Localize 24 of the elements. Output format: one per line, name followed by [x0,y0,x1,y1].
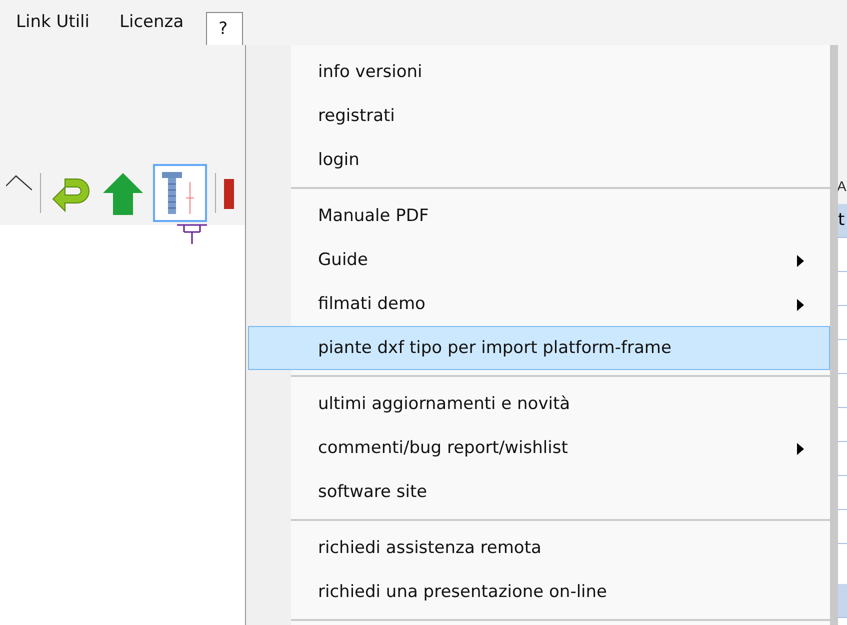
table-row: t [837,204,847,238]
menu-item[interactable]: filmati demo [248,282,830,326]
up-arrow-icon[interactable] [101,171,145,215]
submenu-arrow-icon [797,299,804,311]
menu-item[interactable]: Manuale PDF [248,194,830,238]
menu-item[interactable]: richiedi una presentazione on-line [248,570,830,614]
table-row [837,584,847,618]
submenu-arrow-icon [797,443,804,455]
menu-bar-item[interactable]: ? [206,12,243,45]
menu-item[interactable]: info versioni [248,50,830,94]
submenu-arrow-icon [797,255,804,267]
menu-item[interactable]: richiedi assistenza remota [248,526,830,570]
menu-item[interactable]: ultimi aggiornamenti e novità [248,382,830,426]
menu-item[interactable]: registrati [248,94,830,138]
menu-item[interactable]: Guide [248,238,830,282]
symbol-icon [175,222,209,246]
menu-bar-item[interactable]: Licenza [112,12,192,45]
menu-item[interactable]: piante dxf tipo per import platform-frame [248,326,830,370]
column-header: A [837,177,846,196]
menu-bar-item[interactable]: Link Utili [8,12,98,45]
menu-item[interactable]: commenti/bug report/wishlist [248,426,830,470]
menu-item[interactable]: login [248,138,830,182]
bolt-tool-button[interactable] [153,164,207,222]
menu-item[interactable]: software site [248,470,830,514]
